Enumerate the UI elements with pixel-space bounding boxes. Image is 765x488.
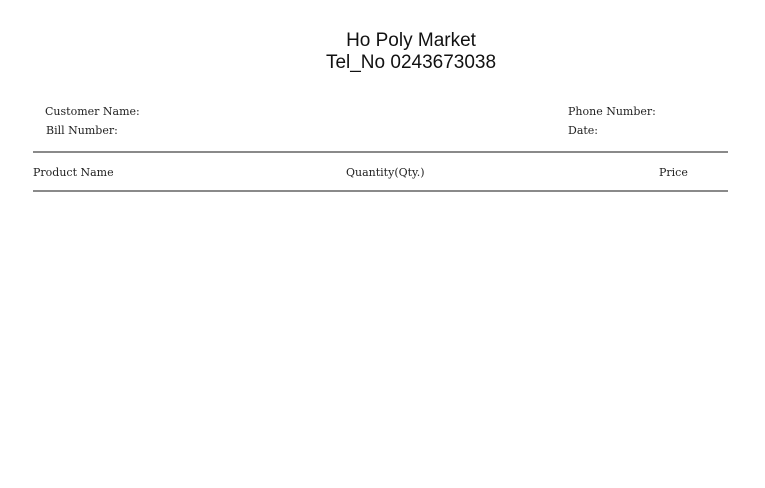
column-header-price: Price (659, 166, 688, 179)
phone-number-label: Phone Number: (568, 105, 656, 118)
bill-header: Ho Poly Market Tel_No 0243673038 (0, 30, 765, 74)
bill-items-area (33, 193, 728, 473)
column-header-quantity: Quantity(Qty.) (346, 166, 425, 179)
date-label: Date: (568, 124, 599, 137)
store-telephone: Tel_No 0243673038 (325, 52, 497, 73)
bill-number-label: Bill Number: (46, 124, 118, 137)
column-header-product-name: Product Name (33, 166, 114, 179)
customer-name-label: Customer Name: (45, 105, 140, 118)
store-name: Ho Poly Market (346, 30, 476, 51)
table-top-divider (33, 151, 728, 153)
table-header-divider (33, 190, 728, 192)
